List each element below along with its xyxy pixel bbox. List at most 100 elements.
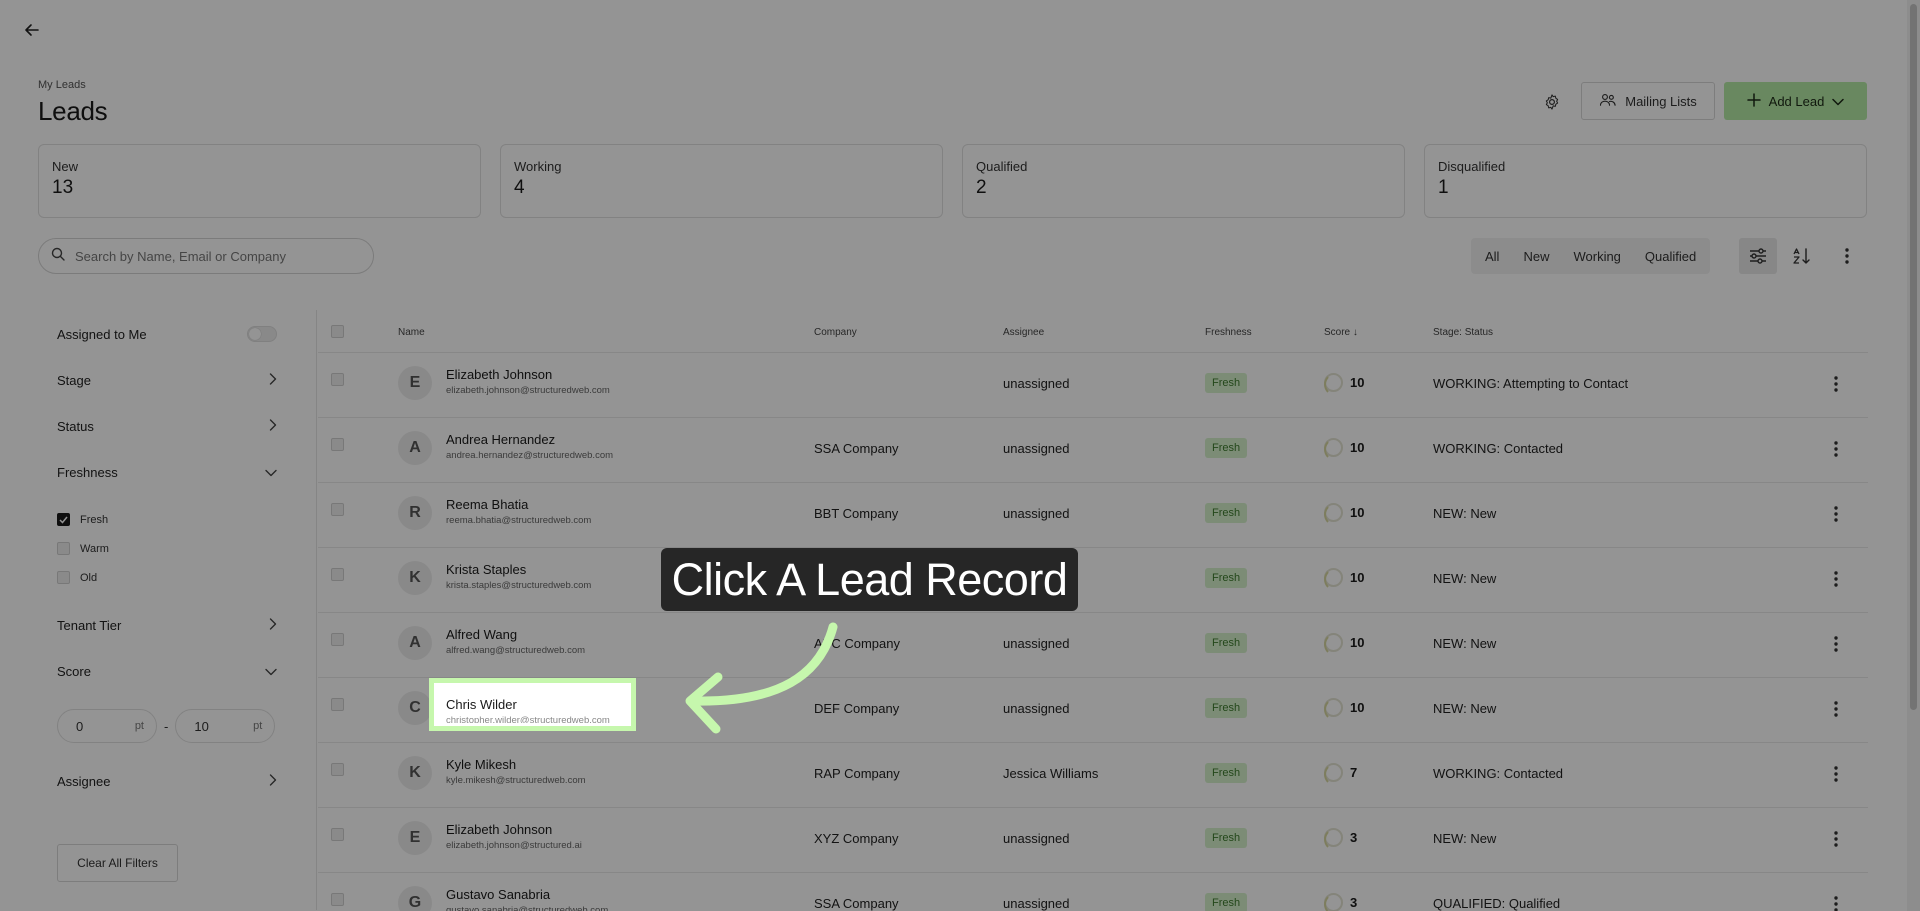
freshness-option-old[interactable]: Old (57, 571, 97, 584)
table-row[interactable]: R Reema Bhatia reema.bhatia@structuredweb.… (318, 482, 1868, 547)
highlighted-lead-record[interactable]: Chris Wilder christopher.wilder@structur… (429, 678, 636, 731)
assigned-to-me-toggle[interactable] (247, 326, 277, 342)
lead-name[interactable]: Kyle Mikesh (446, 757, 516, 772)
sort-icon[interactable] (1783, 238, 1821, 274)
row-checkbox[interactable] (331, 633, 344, 646)
score-max-input[interactable]: 10 pt (175, 709, 276, 743)
row-checkbox[interactable] (331, 503, 344, 516)
search-input[interactable] (75, 248, 345, 264)
row-more-vertical-icon[interactable] (1826, 828, 1846, 850)
filter-tenant-tier-label: Tenant Tier (57, 618, 122, 633)
lead-name[interactable]: Alfred Wang (446, 627, 517, 642)
tutorial-tooltip: Click A Lead Record (661, 548, 1078, 611)
table-row[interactable]: E Elizabeth Johnson elizabeth.johnson@stru… (318, 807, 1868, 872)
checkbox[interactable] (57, 542, 70, 555)
header-score[interactable]: Score ↓ (1324, 327, 1358, 338)
avatar: A (398, 626, 432, 660)
row-checkbox[interactable] (331, 893, 344, 906)
freshness-option-label: Old (80, 571, 98, 584)
score-ring-icon (1324, 568, 1343, 591)
stat-card-new[interactable]: New 13 (38, 144, 481, 218)
tab-qualified[interactable]: Qualified (1633, 240, 1708, 272)
row-checkbox[interactable] (331, 828, 344, 841)
freshness-option-fresh[interactable]: Fresh (57, 513, 108, 526)
table-row[interactable]: G Gustavo Sanabria gustavo.sanabria@struct… (318, 872, 1868, 911)
lead-name[interactable]: Andrea Hernandez (446, 432, 555, 447)
header-name[interactable]: Name (398, 327, 425, 338)
freshness-option-warm[interactable]: Warm (57, 542, 109, 555)
score-min-input[interactable]: 0 pt (57, 709, 157, 743)
filter-tenant-tier[interactable]: Tenant Tier (57, 618, 277, 633)
clear-all-filters-button[interactable]: Clear All Filters (57, 844, 178, 882)
lead-name[interactable]: Krista Staples (446, 562, 526, 577)
row-checkbox[interactable] (331, 438, 344, 451)
score-ring-icon (1324, 633, 1343, 656)
scrollbar-thumb[interactable] (1910, 4, 1917, 710)
table-row[interactable]: E Elizabeth Johnson elizabeth.johnson@stru… (318, 352, 1868, 417)
filter-sliders-icon[interactable] (1739, 238, 1777, 274)
lead-name[interactable]: Gustavo Sanabria (446, 887, 550, 902)
header-assignee[interactable]: Assignee (1003, 327, 1044, 338)
search-box[interactable] (38, 238, 374, 274)
row-more-vertical-icon[interactable] (1826, 568, 1846, 590)
lead-email: andrea.hernandez@structuredweb.com (446, 450, 614, 461)
lead-assignee: Jessica Williams (1003, 766, 1099, 781)
tab-all[interactable]: All (1473, 240, 1512, 272)
tab-new[interactable]: New (1511, 240, 1561, 272)
row-more-vertical-icon[interactable] (1826, 633, 1846, 655)
chevron-right-icon (269, 419, 277, 434)
more-vertical-icon[interactable] (1828, 238, 1866, 274)
lead-name[interactable]: Elizabeth Johnson (446, 822, 552, 837)
table-row[interactable]: K Krista Staples krista.staples@structured… (318, 547, 1868, 612)
row-more-vertical-icon[interactable] (1826, 373, 1846, 395)
lead-name[interactable]: Reema Bhatia (446, 497, 528, 512)
lead-company: XYZ Company (814, 831, 899, 846)
back-arrow-icon[interactable] (20, 18, 44, 42)
filter-stage[interactable]: Stage (57, 373, 277, 388)
header-freshness[interactable]: Freshness (1205, 327, 1252, 338)
table-row[interactable]: K Kyle Mikesh kyle.mikesh@structuredweb.co… (318, 742, 1868, 807)
filter-score[interactable]: Score (57, 664, 277, 679)
add-lead-button[interactable]: Add Lead (1724, 82, 1867, 120)
header-company[interactable]: Company (814, 327, 857, 338)
row-checkbox[interactable] (331, 568, 344, 581)
avatar: A (398, 431, 432, 465)
row-more-vertical-icon[interactable] (1826, 503, 1846, 525)
filter-assignee[interactable]: Assignee (57, 774, 277, 789)
lead-score: 10 (1350, 700, 1365, 715)
filter-status[interactable]: Status (57, 419, 277, 434)
breadcrumb: My Leads (38, 79, 86, 91)
row-checkbox[interactable] (331, 763, 344, 776)
lead-name[interactable]: Elizabeth Johnson (446, 367, 552, 382)
row-more-vertical-icon[interactable] (1826, 893, 1846, 911)
stat-card-qualified[interactable]: Qualified 2 (962, 144, 1405, 218)
row-checkbox[interactable] (331, 698, 344, 711)
row-checkbox[interactable] (331, 373, 344, 386)
score-ring-icon (1324, 763, 1343, 786)
mailing-lists-button[interactable]: Mailing Lists (1581, 82, 1715, 120)
select-all-checkbox[interactable] (331, 325, 344, 338)
lead-score: 10 (1350, 505, 1365, 520)
checkbox[interactable] (57, 571, 70, 584)
tab-working[interactable]: Working (1561, 240, 1632, 272)
stat-card-disqualified[interactable]: Disqualified 1 (1424, 144, 1867, 218)
page-title: Leads (38, 96, 108, 126)
avatar: C (398, 691, 432, 725)
filter-freshness[interactable]: Freshness (57, 465, 277, 480)
stat-value: 4 (514, 177, 525, 198)
stat-card-working[interactable]: Working 4 (500, 144, 943, 218)
vertical-scrollbar[interactable] (1907, 0, 1920, 911)
freshness-badge: Fresh (1205, 828, 1248, 848)
freshness-option-label: Fresh (80, 513, 109, 526)
row-more-vertical-icon[interactable] (1826, 698, 1846, 720)
settings-gear-icon[interactable] (1538, 88, 1566, 116)
table-row[interactable]: A Alfred Wang alfred.wang@structuredweb.co… (318, 612, 1868, 677)
chevron-down-icon (1832, 94, 1845, 109)
score-unit: pt (134, 720, 144, 732)
lead-email: alfred.wang@structuredweb.com (446, 645, 586, 656)
header-stage-status[interactable]: Stage: Status (1433, 327, 1493, 338)
row-more-vertical-icon[interactable] (1826, 763, 1846, 785)
row-more-vertical-icon[interactable] (1826, 438, 1846, 460)
table-row[interactable]: A Andrea Hernandez andrea.hernandez@struct… (318, 417, 1868, 482)
checkbox-checked[interactable] (57, 513, 70, 526)
